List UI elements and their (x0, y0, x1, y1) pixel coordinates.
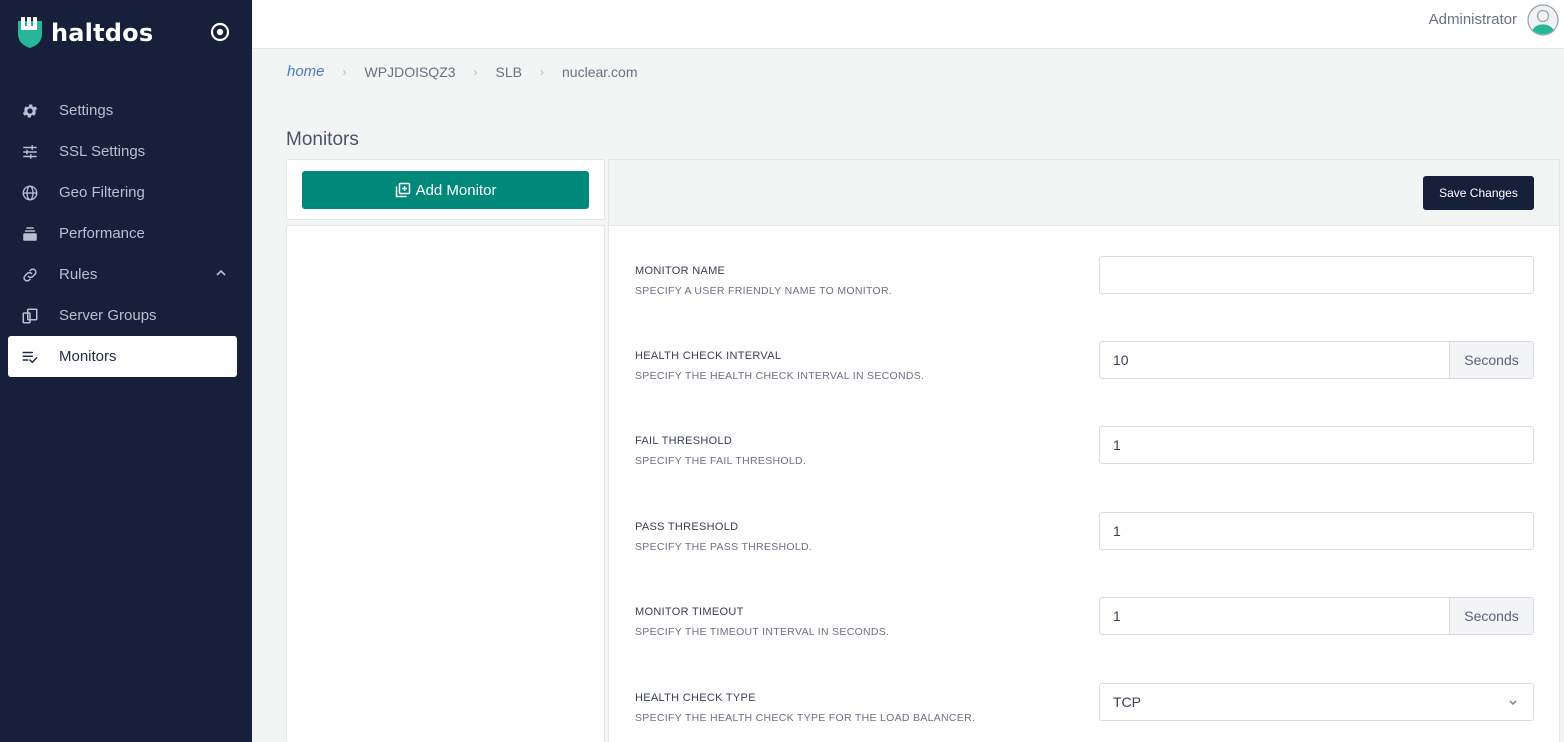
add-monitor-button[interactable]: Add Monitor (302, 171, 589, 209)
breadcrumb-separator-icon: › (540, 64, 545, 79)
link-icon (20, 265, 40, 285)
sidebar-item-label: SSL Settings (59, 143, 146, 160)
brand-name: haltdos (51, 19, 154, 47)
input-value: 1 (1113, 608, 1121, 624)
field-fail-threshold: FAIL THRESHOLD SPECIFY THE FAIL THRESHOL… (635, 426, 1535, 467)
add-monitor-label: Add Monitor (415, 181, 497, 199)
chevron-up-icon[interactable] (215, 267, 227, 279)
breadcrumb-separator-icon: › (473, 64, 478, 79)
sidebar-item-rules[interactable]: Rules (8, 254, 237, 295)
sidebar-item-label: Server Groups (59, 307, 157, 324)
globe-icon (20, 183, 40, 203)
seconds-addon: Seconds (1449, 342, 1533, 378)
pass-threshold-input[interactable]: 1 (1099, 512, 1534, 550)
sidebar-item-label: Rules (59, 266, 98, 283)
brand[interactable]: haltdos (16, 16, 153, 50)
topbar: Administrator (252, 0, 1564, 49)
input-value: 1 (1113, 437, 1121, 453)
monitor-name-input[interactable] (1099, 256, 1534, 294)
breadcrumb: home › WPJDOISQZ3 › SLB › nuclear.com (287, 63, 638, 80)
sidebar-item-settings[interactable]: Settings (8, 90, 237, 131)
sidebar: haltdos Settings SSL Settings Geo Filter… (0, 0, 252, 742)
field-monitor-name: MONITOR NAME SPECIFY A USER FRIENDLY NAM… (635, 256, 1535, 297)
field-health-check-interval: HEALTH CHECK INTERVAL SPECIFY THE HEALTH… (635, 341, 1535, 382)
page-title: Monitors (286, 129, 359, 150)
collapse-sidebar-icon[interactable] (209, 21, 231, 43)
breadcrumb-item[interactable]: WPJDOISQZ3 (365, 64, 456, 80)
sidebar-item-label: Settings (59, 102, 114, 119)
add-box-icon (395, 182, 410, 198)
sidebar-item-label: Geo Filtering (59, 184, 145, 201)
layers-icon (20, 224, 40, 244)
field-monitor-timeout: MONITOR TIMEOUT SPECIFY THE TIMEOUT INTE… (635, 597, 1535, 638)
sidebar-item-label: Monitors (59, 348, 117, 365)
form-header: Save Changes (609, 160, 1559, 226)
fail-threshold-input[interactable]: 1 (1099, 426, 1534, 464)
sidebar-item-geo-filtering[interactable]: Geo Filtering (8, 172, 237, 213)
field-pass-threshold: PASS THRESHOLD SPECIFY THE PASS THRESHOL… (635, 512, 1535, 553)
sliders-icon (20, 142, 40, 162)
copy-icon (20, 306, 40, 326)
sidebar-item-performance[interactable]: Performance (8, 213, 237, 254)
save-changes-button[interactable]: Save Changes (1423, 176, 1534, 210)
breadcrumb-separator-icon: › (342, 64, 347, 79)
input-value: 1 (1113, 523, 1121, 539)
breadcrumb-item[interactable]: SLB (496, 64, 522, 80)
monitor-timeout-input[interactable]: 1 Seconds (1099, 597, 1534, 635)
monitor-form: Save Changes MONITOR NAME SPECIFY A USER… (608, 159, 1560, 742)
seconds-addon: Seconds (1449, 598, 1533, 634)
sidebar-item-label: Performance (59, 225, 145, 242)
health-check-interval-input[interactable]: 10 Seconds (1099, 341, 1534, 379)
chevron-down-icon (1509, 700, 1517, 706)
breadcrumb-item: nuclear.com (562, 63, 638, 80)
input-value: 10 (1113, 352, 1129, 368)
gear-icon (20, 101, 40, 121)
select-value: TCP (1113, 694, 1141, 710)
user-name[interactable]: Administrator (1429, 11, 1517, 28)
avatar-icon[interactable] (1527, 4, 1559, 36)
shield-logo-icon (18, 17, 42, 48)
health-check-type-select[interactable]: TCP (1099, 683, 1534, 721)
monitor-list (286, 225, 605, 742)
checklist-icon (20, 347, 40, 367)
monitor-list-header: Add Monitor (286, 159, 605, 220)
sidebar-item-monitors[interactable]: Monitors (8, 336, 237, 377)
field-health-check-type: HEALTH CHECK TYPE SPECIFY THE HEALTH CHE… (635, 683, 1535, 724)
sidebar-nav: Settings SSL Settings Geo Filtering Perf… (8, 90, 237, 377)
breadcrumb-home[interactable]: home (287, 63, 325, 80)
sidebar-item-server-groups[interactable]: Server Groups (8, 295, 237, 336)
sidebar-item-ssl-settings[interactable]: SSL Settings (8, 131, 237, 172)
